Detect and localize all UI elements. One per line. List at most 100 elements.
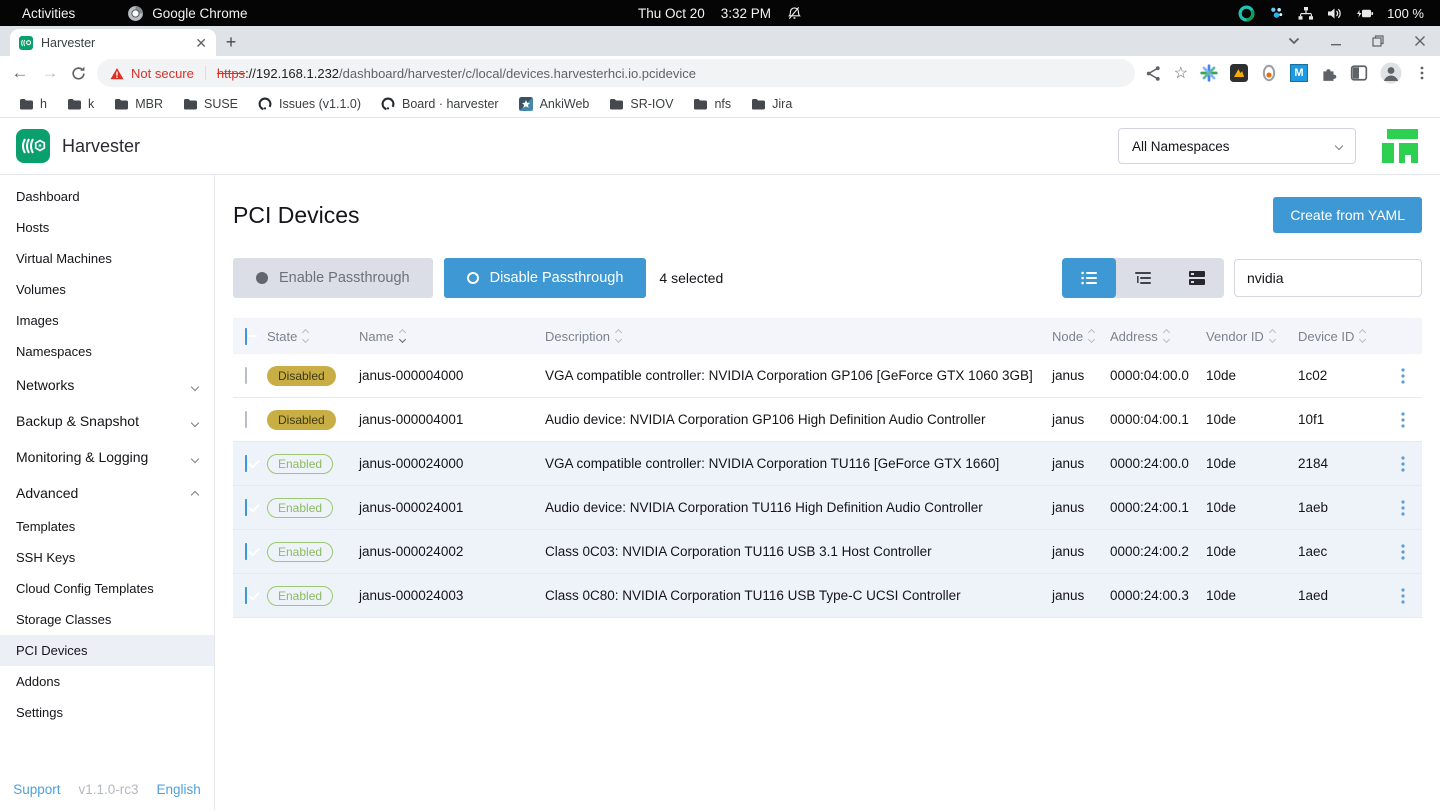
view-list-button[interactable]: [1062, 258, 1116, 298]
address-bar[interactable]: Not secure https://192.168.1.232/dashboa…: [97, 59, 1135, 87]
reload-button[interactable]: [70, 65, 87, 82]
sidebar-item-volumes[interactable]: Volumes: [0, 274, 214, 305]
volume-icon[interactable]: [1327, 6, 1343, 21]
bookmark-item[interactable]: SUSE: [174, 94, 247, 114]
bookmark-item[interactable]: h: [10, 94, 56, 114]
tab-search-chevron-icon[interactable]: [1288, 37, 1300, 45]
tray-ring-indicator-icon[interactable]: [1238, 5, 1255, 22]
profile-avatar[interactable]: [1380, 62, 1402, 84]
tab-close-icon[interactable]: ✕: [195, 36, 207, 50]
row-checkbox[interactable]: [245, 455, 247, 472]
sidebar-item-templates[interactable]: Templates: [0, 511, 214, 542]
enable-passthrough-button[interactable]: Enable Passthrough: [233, 258, 433, 298]
sidebar-item-monitoring-logging[interactable]: Monitoring & Logging: [0, 439, 214, 475]
bookmark-item[interactable]: nfs: [684, 94, 740, 114]
column-header[interactable]: Name: [359, 329, 545, 344]
bookmark-item[interactable]: k: [58, 94, 103, 114]
cell-name[interactable]: janus-000024000: [359, 456, 545, 471]
bookmark-item[interactable]: SR-IOV: [600, 94, 682, 114]
network-wired-icon[interactable]: [1298, 6, 1314, 21]
column-header[interactable]: Device ID: [1298, 329, 1384, 344]
sidebar-item-virtual-machines[interactable]: Virtual Machines: [0, 243, 214, 274]
tab-harvester[interactable]: Harvester ✕: [10, 29, 216, 56]
bookmark-star-icon[interactable]: ☆: [1174, 63, 1188, 83]
column-header[interactable]: Address: [1110, 329, 1206, 344]
create-from-yaml-button[interactable]: Create from YAML: [1273, 197, 1422, 233]
sidebar-item-networks[interactable]: Networks: [0, 367, 214, 403]
sidebar-item-backup-snapshot[interactable]: Backup & Snapshot: [0, 403, 214, 439]
language-link[interactable]: English: [157, 782, 201, 797]
cell-description: VGA compatible controller: NVIDIA Corpor…: [545, 456, 1052, 471]
security-status[interactable]: Not secure: [131, 66, 194, 81]
row-actions-menu[interactable]: [1384, 486, 1422, 529]
folder-icon: [693, 98, 707, 110]
side-panel-icon[interactable]: [1350, 64, 1368, 82]
sidebar-item-cloud-config-templates[interactable]: Cloud Config Templates: [0, 573, 214, 604]
cell-name[interactable]: janus-000004000: [359, 368, 545, 383]
close-window-button[interactable]: [1414, 35, 1426, 47]
sidebar-item-ssh-keys[interactable]: SSH Keys: [0, 542, 214, 573]
row-actions-menu[interactable]: [1384, 574, 1422, 617]
row-actions-menu[interactable]: [1384, 354, 1422, 397]
disable-passthrough-button[interactable]: Disable Passthrough: [444, 258, 647, 298]
sidebar-item-dashboard[interactable]: Dashboard: [0, 181, 214, 212]
sidebar-item-storage-classes[interactable]: Storage Classes: [0, 604, 214, 635]
row-actions-menu[interactable]: [1384, 442, 1422, 485]
column-header[interactable]: State: [267, 329, 359, 344]
rancher-logo-icon[interactable]: [1382, 129, 1418, 163]
bookmark-item[interactable]: Board · harvester: [372, 94, 508, 114]
row-checkbox[interactable]: [245, 587, 247, 604]
cell-name[interactable]: janus-000024001: [359, 500, 545, 515]
row-actions-menu[interactable]: [1384, 398, 1422, 441]
focused-app-indicator[interactable]: Google Chrome: [127, 5, 247, 22]
restore-button[interactable]: [1372, 35, 1384, 47]
view-tree-button[interactable]: [1116, 258, 1170, 298]
extension-pinwheel-icon[interactable]: [1200, 64, 1218, 82]
extension-screenshot-icon[interactable]: [1230, 64, 1248, 82]
cell-name[interactable]: janus-000004001: [359, 412, 545, 427]
cell-vendor-id: 10de: [1206, 500, 1298, 515]
support-link[interactable]: Support: [13, 782, 60, 797]
sidebar-item-addons[interactable]: Addons: [0, 666, 214, 697]
tray-dots-indicator-icon[interactable]: [1268, 5, 1285, 22]
search-input[interactable]: [1234, 259, 1422, 297]
cell-node: janus: [1052, 456, 1110, 471]
cell-name[interactable]: janus-000024002: [359, 544, 545, 559]
extensions-puzzle-icon[interactable]: [1320, 64, 1338, 82]
sidebar-item-namespaces[interactable]: Namespaces: [0, 336, 214, 367]
forward-button[interactable]: →: [40, 63, 60, 83]
chevron-icon: [191, 455, 199, 463]
bookmark-item[interactable]: Jira: [742, 94, 801, 114]
column-header[interactable]: Description: [545, 329, 1052, 344]
column-header[interactable]: Node: [1052, 329, 1110, 344]
cell-name[interactable]: janus-000024003: [359, 588, 545, 603]
select-all-checkbox[interactable]: [245, 328, 247, 345]
harvester-logo[interactable]: [16, 129, 50, 163]
row-checkbox[interactable]: [245, 543, 247, 560]
share-icon[interactable]: [1145, 65, 1162, 82]
minimize-button[interactable]: [1330, 35, 1342, 47]
battery-charging-icon[interactable]: [1356, 6, 1374, 21]
column-header[interactable]: Vendor ID: [1206, 329, 1298, 344]
view-card-button[interactable]: [1170, 258, 1224, 298]
row-checkbox[interactable]: [245, 411, 247, 428]
bookmark-item[interactable]: Issues (v1.1.0): [249, 94, 370, 114]
sidebar-item-advanced[interactable]: Advanced: [0, 475, 214, 511]
browser-menu-icon[interactable]: [1414, 65, 1430, 81]
row-actions-menu[interactable]: [1384, 530, 1422, 573]
clock-button[interactable]: Thu Oct 20 3:32 PM: [638, 6, 802, 21]
sidebar-item-hosts[interactable]: Hosts: [0, 212, 214, 243]
new-tab-button[interactable]: +: [216, 29, 246, 56]
bookmark-item[interactable]: AnkiWeb: [510, 94, 599, 114]
sidebar-item-pci-devices[interactable]: PCI Devices: [0, 635, 214, 666]
sidebar-item-images[interactable]: Images: [0, 305, 214, 336]
back-button[interactable]: ←: [10, 63, 30, 83]
extension-m-icon[interactable]: M: [1290, 64, 1308, 82]
extension-oval-icon[interactable]: [1260, 64, 1278, 82]
bookmark-item[interactable]: MBR: [105, 94, 172, 114]
row-checkbox[interactable]: [245, 367, 247, 384]
sidebar-item-settings[interactable]: Settings: [0, 697, 214, 728]
namespace-filter-select[interactable]: All Namespaces: [1118, 128, 1356, 164]
row-checkbox[interactable]: [245, 499, 247, 516]
activities-button[interactable]: Activities: [22, 6, 75, 21]
